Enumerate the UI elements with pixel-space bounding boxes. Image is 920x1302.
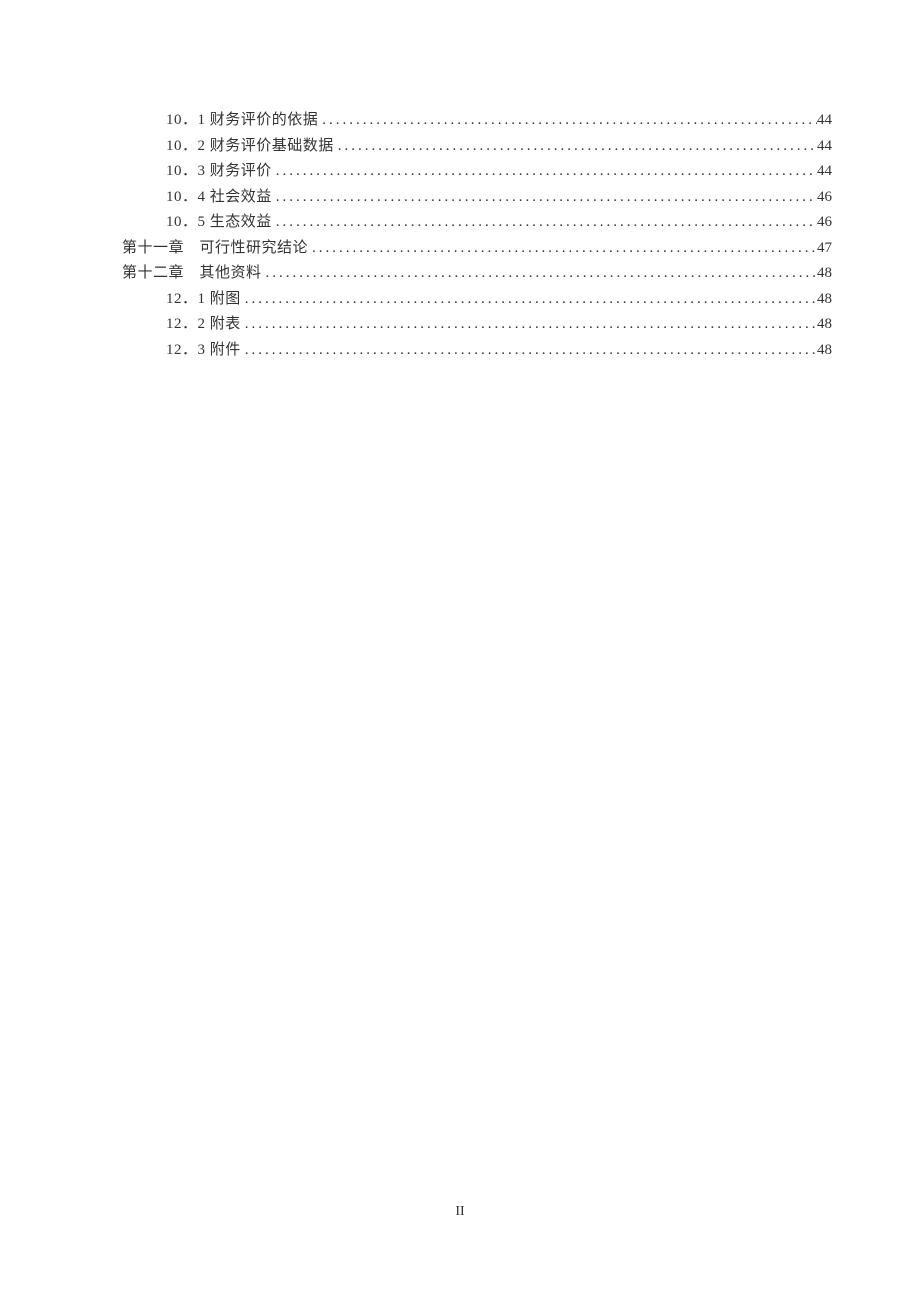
toc-leader-dots <box>334 134 817 160</box>
toc-entry[interactable]: 10．3 财务评价 44 <box>122 159 832 185</box>
toc-title: 12．3 附件 <box>166 338 241 364</box>
toc-entry[interactable]: 10．1 财务评价的依据 44 <box>122 108 832 134</box>
toc-entry[interactable]: 10．2 财务评价基础数据 44 <box>122 134 832 160</box>
toc-leader-dots <box>241 312 817 338</box>
toc-title: 第十一章 可行性研究结论 <box>122 236 308 262</box>
toc-page-number: 48 <box>817 261 832 287</box>
toc-title: 10．1 财务评价的依据 <box>166 108 318 134</box>
toc-entry[interactable]: 第十一章 可行性研究结论 47 <box>122 236 832 262</box>
toc-entry[interactable]: 第十二章 其他资料 48 <box>122 261 832 287</box>
toc-entry[interactable]: 10．4 社会效益 46 <box>122 185 832 211</box>
toc-title: 10．2 财务评价基础数据 <box>166 134 334 160</box>
toc-title: 第十二章 其他资料 <box>122 261 262 287</box>
toc-page-number: 48 <box>817 312 832 338</box>
toc-title: 10．3 财务评价 <box>166 159 272 185</box>
toc-entry[interactable]: 12．3 附件 48 <box>122 338 832 364</box>
toc-leader-dots <box>272 210 817 236</box>
toc-leader-dots <box>318 108 817 134</box>
toc-page-number: 46 <box>817 210 832 236</box>
toc-page-number: 48 <box>817 338 832 364</box>
toc-leader-dots <box>241 338 817 364</box>
toc-title: 12．1 附图 <box>166 287 241 313</box>
toc-page-number: 47 <box>817 236 832 262</box>
toc-entry[interactable]: 12．1 附图 48 <box>122 287 832 313</box>
toc-leader-dots <box>262 261 817 287</box>
page-number: II <box>0 1204 920 1220</box>
toc-entry[interactable]: 12．2 附表 48 <box>122 312 832 338</box>
toc-leader-dots <box>272 159 817 185</box>
toc-page-number: 44 <box>817 159 832 185</box>
toc-leader-dots <box>272 185 817 211</box>
toc-page-number: 44 <box>817 108 832 134</box>
toc-page-number: 46 <box>817 185 832 211</box>
toc-container: 10．1 财务评价的依据 44 10．2 财务评价基础数据 44 10．3 财务… <box>122 108 832 363</box>
toc-title: 10．4 社会效益 <box>166 185 272 211</box>
toc-entry[interactable]: 10．5 生态效益 46 <box>122 210 832 236</box>
toc-title: 12．2 附表 <box>166 312 241 338</box>
toc-leader-dots <box>308 236 817 262</box>
toc-page-number: 48 <box>817 287 832 313</box>
toc-page-number: 44 <box>817 134 832 160</box>
toc-leader-dots <box>241 287 817 313</box>
toc-title: 10．5 生态效益 <box>166 210 272 236</box>
